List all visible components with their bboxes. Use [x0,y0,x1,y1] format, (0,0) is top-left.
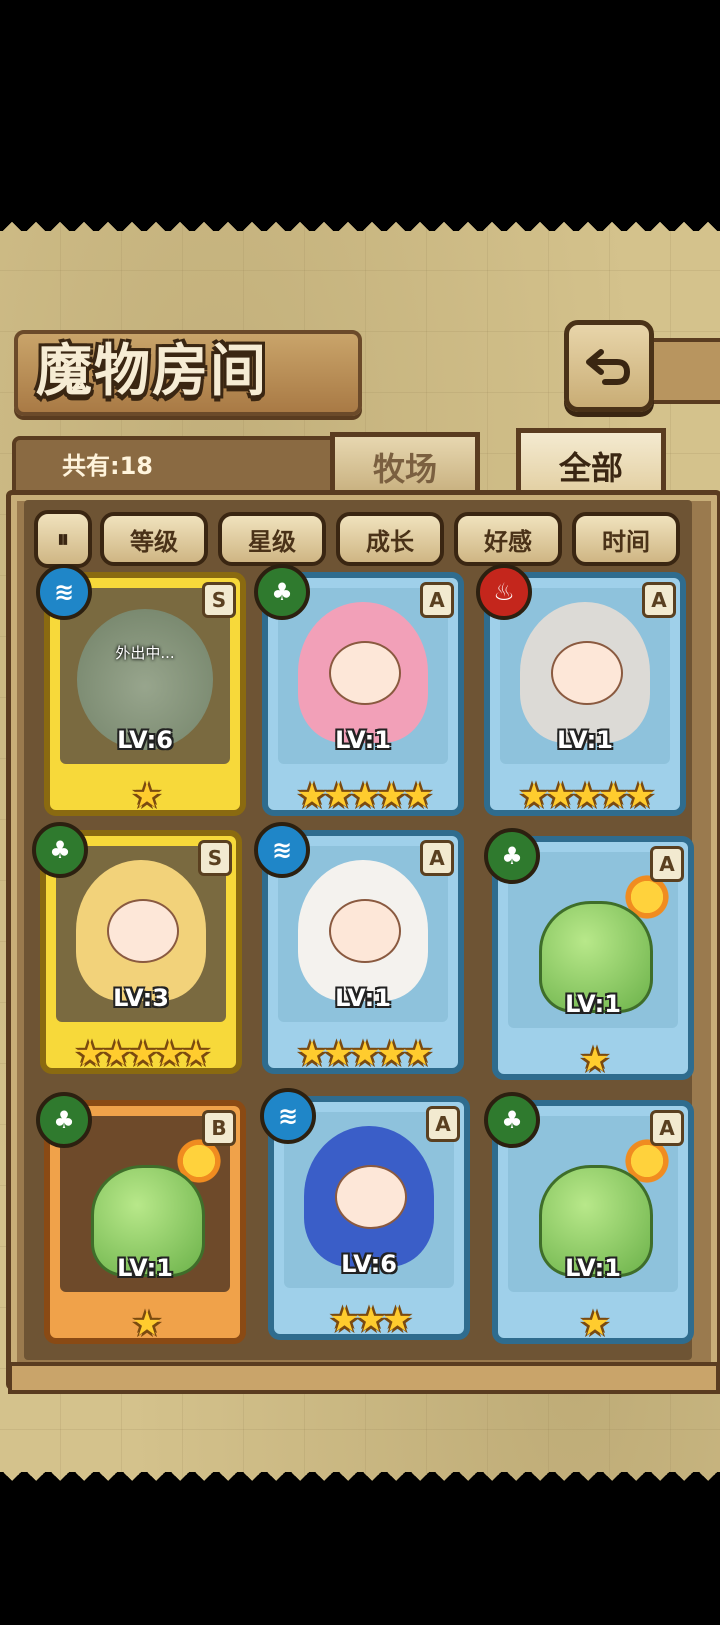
level-label: LV:1 [565,990,621,1018]
level-label: LV:1 [335,726,391,754]
filter-level[interactable]: 等级 [100,512,208,566]
leaf-element-icon: ♣ [32,822,88,878]
monster-card[interactable]: ♣ A LV:1 ★★★★★ [254,564,464,816]
monster-card[interactable]: ♣ B LV:1 ★ [36,1092,246,1344]
rank-badge: A [426,1106,460,1142]
star-rating: ★★★ [329,1300,412,1340]
leaf-element-icon: ♣ [36,1092,92,1148]
level-label: LV:3 [113,984,169,1012]
back-button[interactable] [564,320,654,412]
rank-badge: A [420,582,454,618]
fire-element-icon: ♨ [476,564,532,620]
sort-order-button[interactable]: ⏸ [34,510,92,568]
monster-card[interactable]: ♣ A LV:1 ★ [484,1092,694,1344]
rank-badge: B [202,1110,236,1146]
filter-affection[interactable]: 好感 [454,512,562,566]
star-rating: ★ [579,1304,610,1344]
star-rating: ★★★★★ [296,1034,433,1074]
level-label: LV:6 [341,1250,397,1278]
level-label: LV:1 [557,726,613,754]
rank-badge: A [420,840,454,876]
rank-badge: S [198,840,232,876]
monster-card[interactable]: 外出中... ≋ S LV:6 ★ [36,564,246,816]
page-title: 魔物房间 [36,338,268,404]
filter-growth[interactable]: 成长 [336,512,444,566]
water-element-icon: ≋ [260,1088,316,1144]
monster-card[interactable]: ≋ A LV:1 ★★★★★ [254,822,464,1074]
level-label: LV:1 [117,1254,173,1282]
monster-card[interactable]: ♣ S LV:3 ★★★★★ [32,822,242,1074]
filter-time[interactable]: 时间 [572,512,680,566]
rank-badge: A [642,582,676,618]
away-status: 外出中... [115,644,175,662]
water-element-icon: ≋ [254,822,310,878]
leaf-element-icon: ♣ [484,1092,540,1148]
water-element-icon: ≋ [36,564,92,620]
return-arrow-icon [586,349,630,385]
level-label: LV:1 [565,1254,621,1282]
star-rating: ★ [131,776,162,816]
star-rating: ★★★★★ [518,776,655,816]
star-rating: ★ [579,1040,610,1080]
monster-count: 共有:18 [62,452,153,480]
level-label: LV:6 [117,726,173,754]
leaf-element-icon: ♣ [254,564,310,620]
monster-card[interactable]: ≋ A LV:6 ★★★ [260,1088,470,1340]
panel-bottom-rail [8,1362,720,1394]
sort-toggle-icon: ⏸ [57,525,69,553]
torn-edge-bottom [0,1472,720,1490]
torn-edge-top [0,213,720,231]
rank-badge: A [650,846,684,882]
star-rating: ★ [131,1304,162,1344]
level-label: LV:1 [335,984,391,1012]
star-rating: ★★★★★ [74,1034,211,1074]
leaf-element-icon: ♣ [484,828,540,884]
filter-star[interactable]: 星级 [218,512,326,566]
monster-card[interactable]: ♣ A LV:1 ★ [484,828,694,1080]
monster-card[interactable]: ♨ A LV:1 ★★★★★ [476,564,686,816]
rank-badge: A [650,1110,684,1146]
rank-badge: S [202,582,236,618]
star-rating: ★★★★★ [296,776,433,816]
